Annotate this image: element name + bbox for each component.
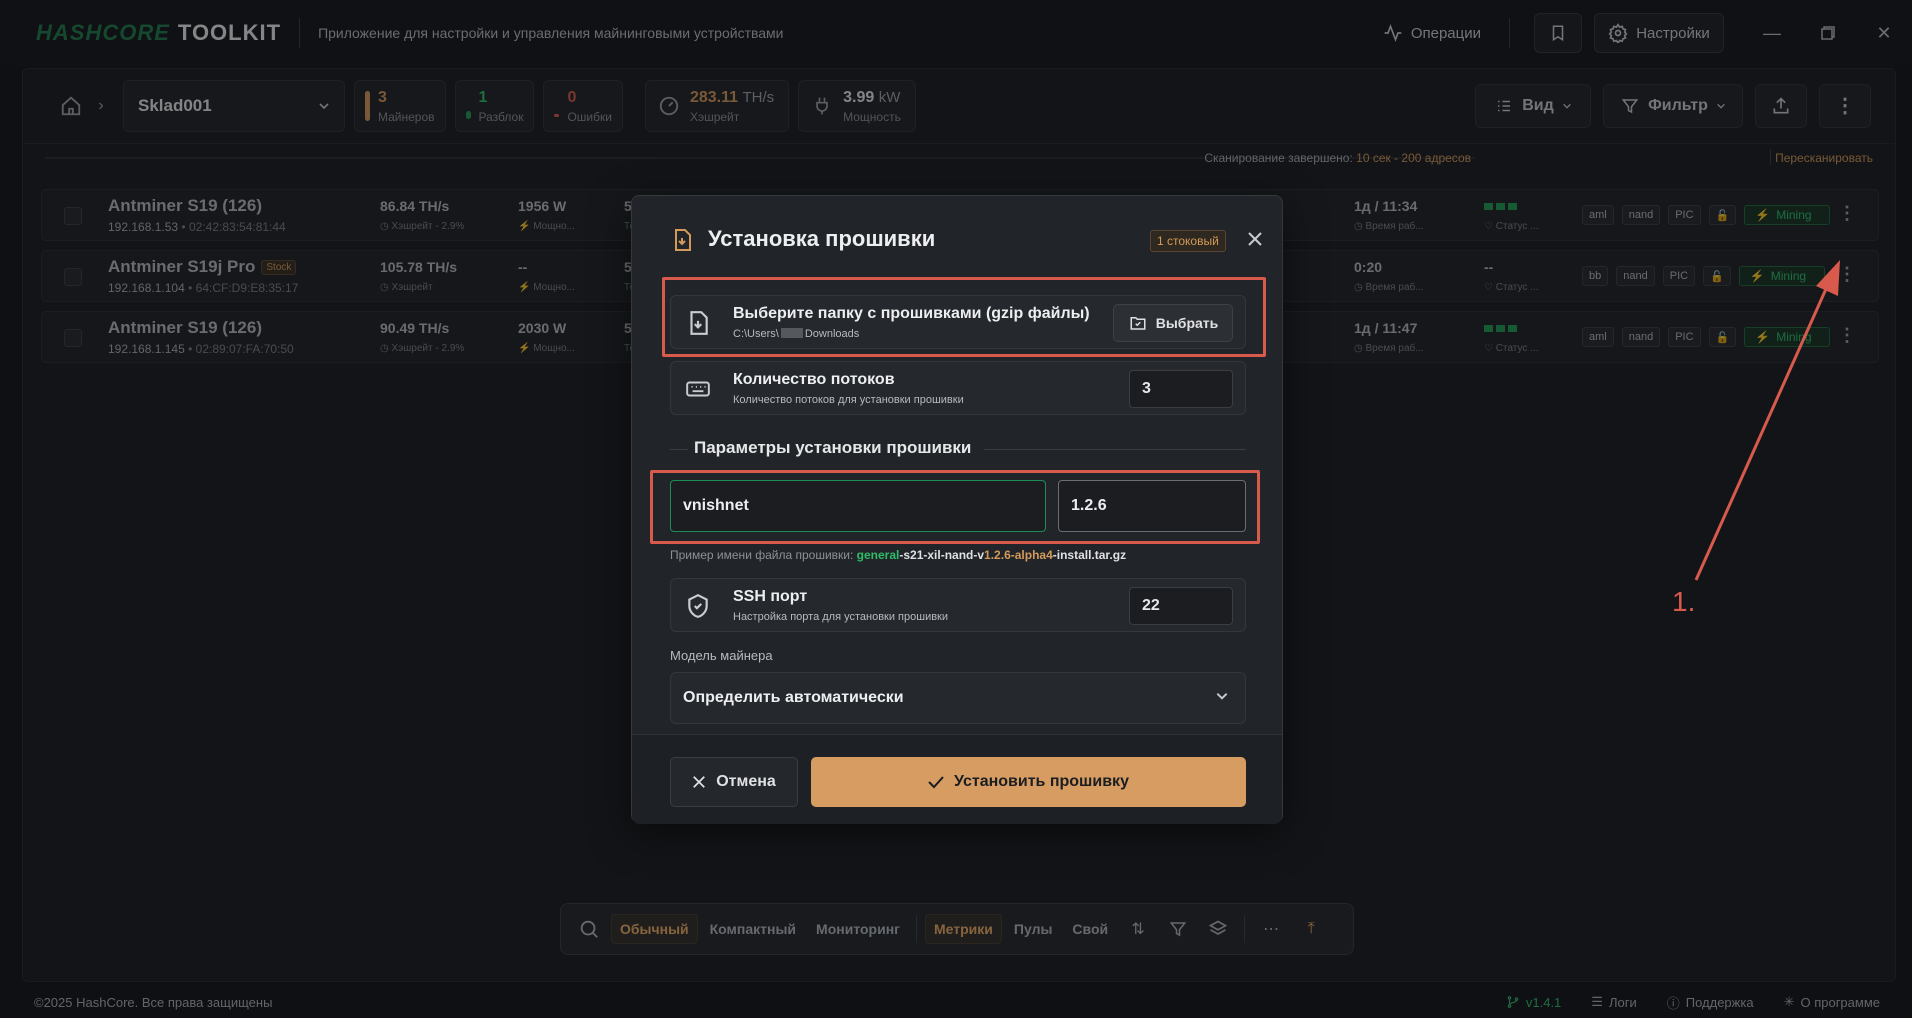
- dialog-title: Установка прошивки: [708, 226, 936, 251]
- mode-metrics[interactable]: Метрики: [925, 914, 1002, 944]
- install-firmware-button[interactable]: Установить прошивку: [811, 757, 1246, 807]
- dialog-close-button[interactable]: [1242, 226, 1268, 252]
- ssh-port-input[interactable]: 22: [1129, 587, 1233, 625]
- threads-input[interactable]: 3: [1129, 370, 1233, 408]
- sort-button[interactable]: ⇅: [1120, 911, 1156, 947]
- ssh-port-card: SSH порт Настройка порта для установки п…: [670, 578, 1246, 632]
- model-label: Модель майнера: [670, 648, 773, 663]
- filter-bar-button[interactable]: [1160, 911, 1196, 947]
- floatbar-divider: [916, 915, 917, 943]
- annotation-arrow: [1694, 260, 1840, 581]
- check-icon: [928, 776, 944, 789]
- threads-subtitle: Количество потоков для установки прошивк…: [733, 394, 964, 406]
- dialog-footer: Отмена Установить прошивку: [632, 734, 1282, 824]
- cancel-button[interactable]: Отмена: [670, 757, 798, 807]
- floatbar-divider: [1244, 915, 1246, 943]
- more-button[interactable]: ⋯: [1253, 911, 1289, 947]
- filter-icon: [1169, 922, 1187, 937]
- keyboard-icon: [686, 381, 710, 397]
- miner-model-select[interactable]: Определить автоматически: [670, 672, 1246, 724]
- section-divider: [670, 449, 688, 450]
- layers-icon: [1208, 920, 1228, 935]
- stock-count-badge: 1 стоковый: [1150, 230, 1226, 252]
- highlight-params: [650, 470, 1260, 544]
- view-switcher-bar: Обычный Компактный Мониторинг Метрики Пу…: [560, 903, 1354, 955]
- section-title: Параметры установки прошивки: [694, 438, 972, 457]
- highlight-folder: [662, 277, 1266, 357]
- view-compact[interactable]: Компактный: [702, 915, 804, 943]
- sort-lines-icon: ⇅: [1131, 921, 1145, 938]
- close-icon: [693, 776, 706, 788]
- dialog-header: Установка прошивки 1 стоковый: [632, 196, 1282, 276]
- ellipsis-icon: ⋯: [1263, 921, 1280, 938]
- layers-button[interactable]: [1200, 911, 1236, 947]
- file-download-icon: [675, 229, 691, 251]
- chevron-down-icon: [1216, 693, 1228, 700]
- threads-title: Количество потоков: [733, 371, 895, 388]
- view-monitoring[interactable]: Мониторинг: [808, 915, 908, 943]
- shield-check-icon: [688, 593, 708, 618]
- section-divider: [984, 449, 1246, 450]
- mode-pools[interactable]: Пулы: [1006, 915, 1061, 943]
- search-button[interactable]: [571, 911, 607, 947]
- scroll-top-button[interactable]: ⤒: [1293, 911, 1329, 947]
- close-icon: [1248, 232, 1262, 246]
- filename-example: Пример имени файла прошивки: general-s21…: [670, 548, 1127, 562]
- search-icon: [580, 920, 598, 938]
- ssh-title: SSH порт: [733, 588, 808, 605]
- threads-card: Количество потоков Количество потоков дл…: [670, 361, 1246, 415]
- ssh-subtitle: Настройка порта для установки прошивки: [733, 611, 949, 623]
- arrow-top-icon: ⤒: [1307, 920, 1315, 937]
- annotation-number: 1.: [1672, 586, 1696, 617]
- view-normal[interactable]: Обычный: [611, 914, 698, 944]
- mode-custom[interactable]: Свой: [1064, 915, 1116, 943]
